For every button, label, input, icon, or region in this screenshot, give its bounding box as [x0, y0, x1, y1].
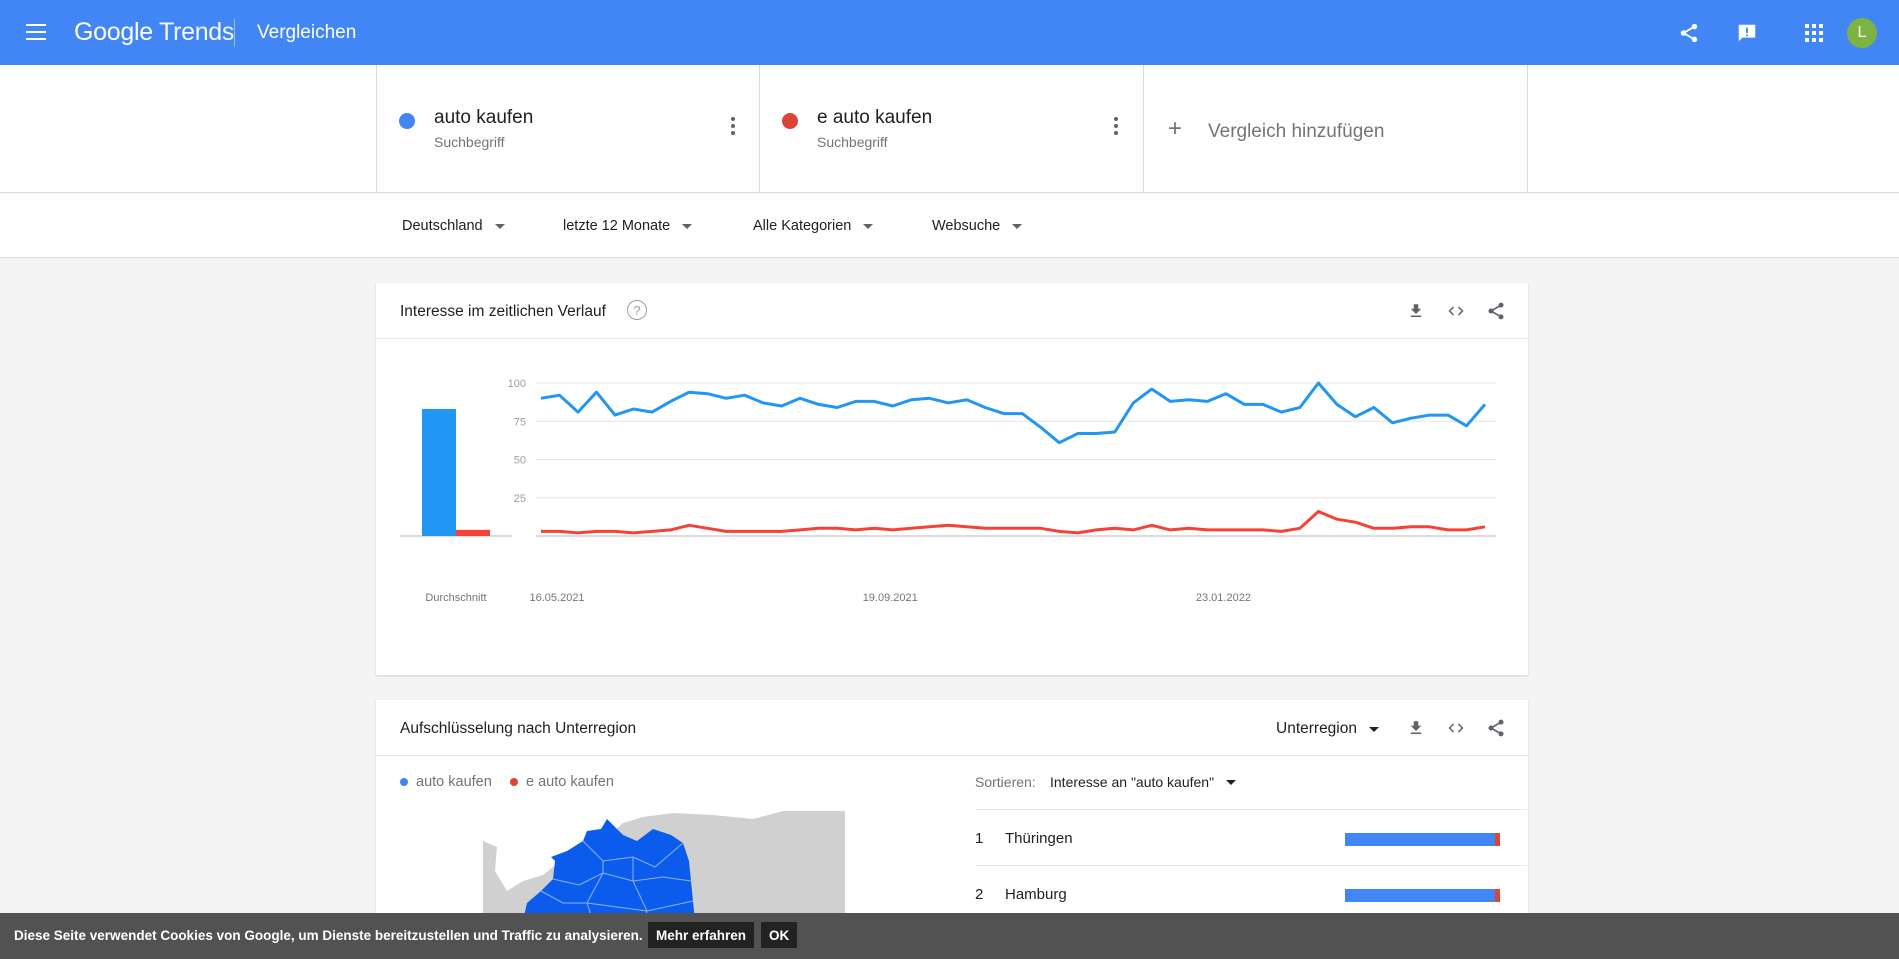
- region-row[interactable]: 1 Thüringen: [975, 809, 1527, 865]
- term-color-dot: [782, 113, 798, 129]
- share-bar-e-auto-kaufen: [1495, 833, 1500, 846]
- region-filter-label: Deutschland: [402, 218, 483, 234]
- category-filter[interactable]: Alle Kategorien: [753, 218, 874, 234]
- logo-google-text: Google: [74, 18, 153, 46]
- term-color-dot: [399, 113, 415, 129]
- term-name: auto kaufen: [434, 107, 534, 128]
- x-tick-label: 16.05.2021: [530, 592, 585, 604]
- add-comparison-button[interactable]: + Vergleich hinzufügen: [1143, 65, 1528, 193]
- more-vert-icon[interactable]: [730, 117, 736, 137]
- time-filter[interactable]: letzte 12 Monate: [563, 218, 693, 234]
- cookie-banner: Diese Seite verwendet Cookies von Google…: [0, 913, 1899, 959]
- avatar[interactable]: L: [1847, 18, 1877, 48]
- filter-bar: Deutschland letzte 12 Monate Alle Katego…: [0, 194, 1899, 258]
- subregion-dropdown-label: Unterregion: [1276, 720, 1357, 737]
- region-rank: 1: [975, 830, 984, 847]
- region-name: Thüringen: [1005, 830, 1073, 847]
- legend-dot: [510, 778, 518, 786]
- search-type-filter-label: Websuche: [932, 218, 1001, 234]
- interest-chart[interactable]: Durchschnitt 100 75 50 25 16.05.2021 19.09.2…: [376, 283, 1528, 675]
- legend-e-auto-kaufen: e auto kaufen: [510, 774, 614, 790]
- arrow-drop-down-icon: [682, 223, 693, 229]
- arrow-drop-down-icon: [1226, 779, 1237, 785]
- header-divider: [234, 19, 235, 47]
- share-icon[interactable]: [1484, 716, 1508, 740]
- average-bar-2: [456, 529, 490, 536]
- card-divider: [376, 755, 1528, 756]
- learn-more-button[interactable]: Mehr erfahren: [648, 922, 755, 948]
- cookie-text: Diese Seite verwendet Cookies von Google…: [14, 928, 643, 943]
- arrow-drop-down-icon: [1012, 223, 1023, 229]
- subregion-dropdown[interactable]: Unterregion: [1276, 720, 1379, 738]
- compare-bar: auto kaufen Suchbegriff e auto kaufen Su…: [0, 65, 1899, 193]
- arrow-drop-down-icon: [863, 223, 874, 229]
- legend-dot: [400, 778, 408, 786]
- term-name: e auto kaufen: [817, 107, 933, 128]
- region-name: Hamburg: [1005, 886, 1067, 903]
- download-icon[interactable]: [1404, 716, 1428, 740]
- share-bar-e-auto-kaufen: [1495, 889, 1500, 902]
- y-tick-label: 25: [514, 493, 526, 505]
- series-line-2: [541, 510, 1486, 535]
- ok-button[interactable]: OK: [761, 922, 798, 948]
- arrow-drop-down-icon: [494, 223, 505, 229]
- page-title: Vergleichen: [257, 22, 357, 43]
- logo-trends-text: Trends: [159, 18, 235, 46]
- subregion-title: Aufschlüsselung nach Unterregion: [400, 720, 637, 737]
- search-type-filter[interactable]: Websuche: [932, 218, 1023, 234]
- share-bar-auto-kaufen: [1345, 889, 1496, 902]
- y-tick-label: 50: [514, 455, 526, 467]
- y-tick-label: 100: [508, 378, 526, 390]
- legend-label: auto kaufen: [416, 774, 492, 790]
- y-tick-label: 75: [514, 416, 526, 428]
- region-filter[interactable]: Deutschland: [402, 218, 505, 234]
- feedback-icon[interactable]: [1734, 20, 1760, 46]
- apps-icon[interactable]: [1801, 20, 1827, 46]
- embed-code-icon[interactable]: [1444, 716, 1468, 740]
- arrow-drop-down-icon: [1369, 726, 1379, 732]
- category-filter-label: Alle Kategorien: [753, 218, 852, 234]
- legend-label: e auto kaufen: [526, 774, 614, 790]
- x-tick-label: 19.09.2021: [863, 592, 918, 604]
- region-share-bar: [1345, 833, 1505, 846]
- term-card-2[interactable]: e auto kaufen Suchbegriff: [759, 65, 1143, 193]
- term-type: Suchbegriff: [434, 134, 505, 150]
- add-comparison-label: Vergleich hinzufügen: [1208, 121, 1385, 142]
- series-line-1: [540, 381, 1487, 445]
- google-trends-logo[interactable]: Google Trends: [74, 18, 234, 47]
- share-icon[interactable]: [1676, 20, 1702, 46]
- sort-dropdown[interactable]: Interesse an "auto kaufen": [1050, 774, 1237, 790]
- region-rank: 2: [975, 886, 984, 903]
- top-app-bar: Google Trends Vergleichen L: [0, 0, 1899, 65]
- plus-icon: +: [1168, 115, 1183, 142]
- x-tick-label: 23.01.2022: [1196, 592, 1251, 604]
- term-card-1[interactable]: auto kaufen Suchbegriff: [376, 65, 760, 193]
- more-vert-icon[interactable]: [1113, 117, 1119, 137]
- share-bar-auto-kaufen: [1345, 833, 1496, 846]
- interest-over-time-card: Interesse im zeitlichen Verlauf ? Durchs…: [376, 283, 1528, 675]
- time-filter-label: letzte 12 Monate: [563, 218, 671, 234]
- average-label: Durchschnitt: [425, 592, 486, 604]
- term-type: Suchbegriff: [817, 134, 888, 150]
- sort-value: Interesse an "auto kaufen": [1050, 774, 1215, 790]
- legend-auto-kaufen: auto kaufen: [400, 774, 492, 790]
- average-bar-1: [422, 409, 456, 536]
- sort-label: Sortieren:: [975, 774, 1036, 790]
- menu-icon[interactable]: [26, 24, 46, 40]
- subregion-map[interactable]: [483, 811, 845, 921]
- region-share-bar: [1345, 889, 1505, 902]
